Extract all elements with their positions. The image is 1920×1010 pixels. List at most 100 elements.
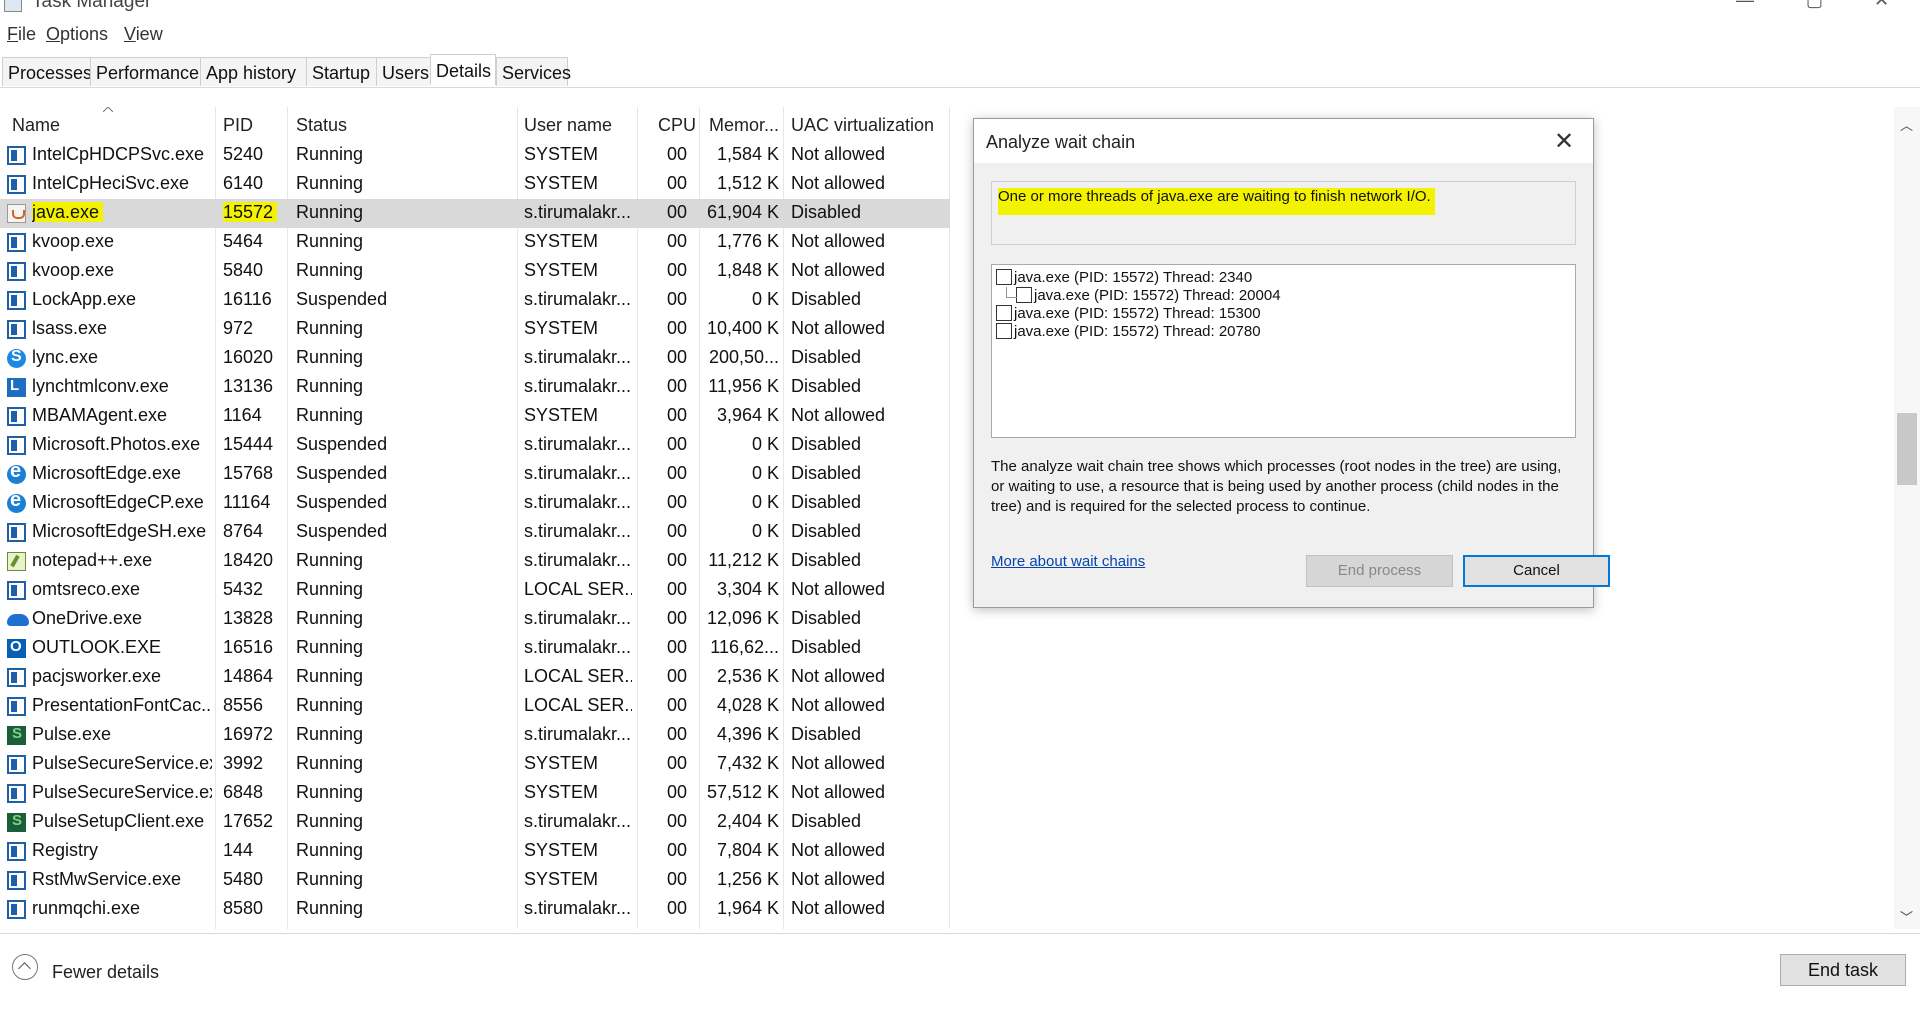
table-row[interactable]: runmqchi.exe 8580 Running s.tirumalakr... 00… [0,895,950,924]
table-row[interactable]: lsass.exe 972 Running SYSTEM 00 10,400 K Not a… [0,315,950,344]
outlook-process-icon [7,638,26,658]
cell-pid: 16516 [223,637,274,657]
cell-status: Running [296,869,364,889]
more-about-wait-chains-link[interactable]: More about wait chains [991,553,1145,570]
cell-user-name: SYSTEM [524,869,599,889]
end-process-button[interactable]: End process [1306,555,1453,587]
tab-performance[interactable]: Performance [90,57,200,86]
column-header-memory[interactable]: Memor... [709,115,779,137]
table-row[interactable]: RstMwService.exe 5480 Running SYSTEM 00 1,256… [0,866,950,895]
default-process-icon [7,407,26,426]
chevron-up-circle-icon[interactable] [12,954,38,980]
cell-memory: 57,512 K [706,782,779,802]
cell-uac: Disabled [791,811,862,831]
cancel-button[interactable]: Cancel [1463,555,1610,587]
menu-options[interactable]: Options [46,24,108,45]
table-row[interactable]: pacjsworker.exe 14864 Running LOCAL SER... 0… [0,663,950,692]
table-row[interactable]: MicrosoftEdge.exe 15768 Suspended s.tirumal… [0,460,950,489]
end-task-button[interactable]: End task [1780,954,1906,986]
cell-status: Suspended [296,434,388,454]
cell-user-name: s.tirumalakr... [524,811,632,831]
scroll-down-arrow-icon[interactable]: ﹀ [1900,907,1913,926]
fewer-details-link[interactable]: Fewer details [52,962,159,983]
scrollbar-thumb[interactable] [1897,413,1917,485]
table-row[interactable]: lync.exe 16020 Running s.tirumalakr... 00 200… [0,344,950,373]
cell-name: kvoop.exe [32,231,115,251]
cell-user-name: s.tirumalakr... [524,724,632,744]
table-row[interactable]: OUTLOOK.EXE 16516 Running s.tirumalakr... 00… [0,634,950,663]
vertical-scrollbar[interactable]: ︿ ﹀ [1894,107,1920,929]
table-row[interactable]: MBAMAgent.exe 1164 Running SYSTEM 00 3,964 K N… [0,402,950,431]
tab-services[interactable]: Services [496,57,571,86]
cell-user-name: LOCAL SER... [524,695,632,715]
wait-chain-checkbox[interactable] [996,305,1012,321]
cell-uac: Disabled [791,521,862,541]
table-row[interactable]: MicrosoftEdgeCP.exe 11164 Suspended s.tirum… [0,489,950,518]
table-row[interactable]: OneDrive.exe 13828 Running s.tirumalakr... 0… [0,605,950,634]
tab-processes[interactable]: Processes [2,57,92,86]
cell-uac: Disabled [791,289,862,309]
wait-chain-checkbox[interactable] [996,269,1012,285]
cell-memory: 2,536 K [716,666,779,686]
table-row[interactable]: notepad++.exe 18420 Running s.tirumalakr...… [0,547,950,576]
wait-chain-checkbox[interactable] [996,323,1012,339]
table-row[interactable]: PulseSecureService.exe 3992 Running SYSTEM 0… [0,750,950,779]
table-row[interactable]: PulseSetupClient.exe 17652 Running s.tiruma… [0,808,950,837]
cell-cpu: 00 [666,144,687,164]
cell-status: Running [296,318,364,338]
scroll-up-arrow-icon[interactable]: ︿ [1900,115,1913,134]
cell-name: kvoop.exe [32,260,115,280]
table-row[interactable]: PulseSecureService.exe 6848 Running SYSTEM 0… [0,779,950,808]
table-row[interactable]: kvoop.exe 5840 Running SYSTEM 00 1,848 K Not a… [0,257,950,286]
table-row[interactable]: IntelCpHeciSvc.exe 6140 Running SYSTEM 00 1,5… [0,170,950,199]
column-header-uac[interactable]: UAC virtualization [791,115,934,137]
table-row[interactable]: MicrosoftEdgeSH.exe 8764 Suspended s.tiruma… [0,518,950,547]
tab-startup[interactable]: Startup [306,57,376,86]
highlighted-cell-name: java.exe [32,202,104,222]
table-row[interactable]: Pulse.exe 16972 Running s.tirumalakr... 00 4,… [0,721,950,750]
cell-status: Suspended [296,289,388,309]
tab-users[interactable]: Users [376,57,430,86]
table-row[interactable]: IntelCpHDCPSvc.exe 5240 Running SYSTEM 00 1,5… [0,141,950,170]
table-row[interactable]: PresentationFontCac... 8556 Running LOCAL S… [0,692,950,721]
table-row[interactable]: Registry 144 Running SYSTEM 00 7,804 K Not all… [0,837,950,866]
cell-name: IntelCpHDCPSvc.exe [32,144,205,164]
dialog-close-icon[interactable]: ✕ [1554,127,1574,156]
wait-chain-item[interactable]: java.exe (PID: 15572) Thread: 20780 [996,323,1261,345]
cell-user-name: s.tirumalakr... [524,347,632,367]
task-manager-icon [4,0,22,12]
table-row[interactable]: kvoop.exe 5464 Running SYSTEM 00 1,776 K Not a… [0,228,950,257]
cell-uac: Not allowed [791,869,886,889]
tab-details[interactable]: Details [430,54,496,85]
cell-name: PulseSecureService.exe [32,782,212,802]
default-process-icon [7,581,26,600]
menu-view[interactable]: View [124,24,163,45]
table-row[interactable]: LockApp.exe 16116 Suspended s.tirumalakr...… [0,286,950,315]
cell-memory: 200,50... [708,347,779,367]
cell-pid: 11164 [223,492,271,512]
default-process-icon [7,175,26,194]
table-row[interactable]: Microsoft.Photos.exe 15444 Suspended s.tiru… [0,431,950,460]
default-process-icon [7,320,26,339]
column-header-pid[interactable]: PID [223,115,253,137]
table-row[interactable]: omtsreco.exe 5432 Running LOCAL SER... 00 3,3… [0,576,950,605]
menu-file[interactable]: File [7,24,36,45]
cell-user-name: s.tirumalakr... [524,550,632,570]
cell-name: OUTLOOK.EXE [32,637,162,657]
cell-user-name: SYSTEM [524,144,599,164]
column-header-user-name[interactable]: User name [524,115,612,137]
column-header-name[interactable]: Name [12,115,60,137]
cell-memory: 3,304 K [716,579,779,599]
minimize-icon[interactable]: — [1736,0,1754,11]
column-header-cpu[interactable]: CPU [658,115,696,137]
tab-app-history[interactable]: App history [200,57,306,86]
column-header-status[interactable]: Status [296,115,347,137]
table-row[interactable]: lynchtmlconv.exe 13136 Running s.tirumalakr… [0,373,950,402]
cell-uac: Not allowed [791,782,886,802]
table-row[interactable]: java.exe 15572 Running s.tirumalakr... 00 61,… [0,199,950,228]
wait-chain-checkbox[interactable] [1016,287,1032,303]
close-icon[interactable]: ✕ [1874,0,1889,11]
cell-status: Running [296,898,364,918]
maximize-icon[interactable]: ▢ [1806,0,1823,11]
cell-memory: 7,804 K [716,840,779,860]
